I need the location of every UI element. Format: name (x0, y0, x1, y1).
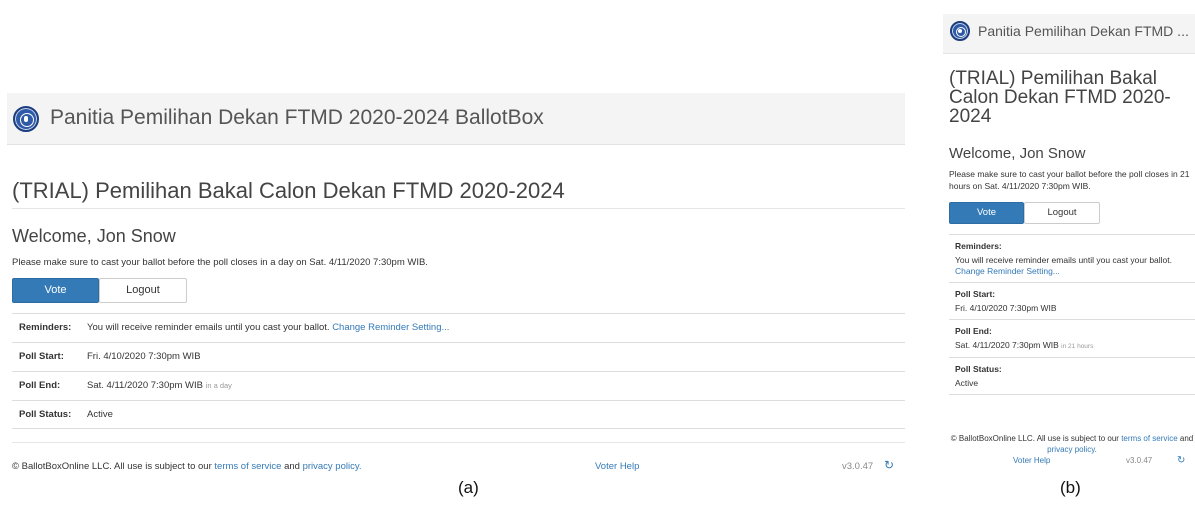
copyright-text: © BallotBoxOnline LLC. All use is subjec… (950, 434, 1119, 443)
ballot-reminder-message: Please make sure to cast your ballot bef… (12, 257, 428, 268)
refresh-icon[interactable]: ↻ (1177, 455, 1185, 467)
logout-button-mobile[interactable]: Logout (1024, 202, 1100, 224)
poll-status-value: Active (955, 378, 979, 388)
terms-of-service-link[interactable]: terms of service (1121, 434, 1177, 443)
section-poll-status: Poll Status: Active (949, 357, 1195, 395)
footer-divider (12, 442, 905, 443)
app-header: Panitia Pemilihan Dekan FTMD 2020-2024 B… (7, 93, 905, 145)
version-label-mobile: v3.0.47 (1126, 456, 1153, 465)
poll-end-label: Poll End: (955, 326, 992, 336)
app-brand-title-truncated[interactable]: Panitia Pemilihan Dekan FTMD ... (978, 23, 1189, 39)
vote-button[interactable]: Vote (12, 278, 99, 303)
poll-end-label: Poll End: (19, 380, 61, 391)
poll-start-value: Fri. 4/10/2020 7:30pm WIB (955, 303, 1057, 313)
privacy-policy-link[interactable]: privacy policy. (1047, 445, 1097, 454)
version-label: v3.0.47 (842, 461, 874, 472)
desktop-view-panel: Panitia Pemilihan Dekan FTMD 2020-2024 B… (0, 0, 905, 507)
app-header-mobile: Panitia Pemilihan Dekan FTMD ... (943, 14, 1195, 54)
poll-details-list-mobile: Reminders: You will receive reminder ema… (949, 234, 1195, 395)
vote-button-mobile[interactable]: Vote (949, 202, 1024, 224)
poll-status-label: Poll Status: (955, 364, 1002, 374)
reminders-label: Reminders: (19, 322, 72, 333)
title-divider (12, 208, 905, 209)
table-row-poll-status: Poll Status: Active (12, 400, 905, 429)
poll-status-label: Poll Status: (19, 409, 72, 420)
mobile-view-panel: Panitia Pemilihan Dekan FTMD ... (TRIAL)… (943, 0, 1195, 507)
copyright-text: © BallotBoxOnline LLC. All use is subjec… (12, 461, 212, 472)
voter-help-link-mobile[interactable]: Voter Help (1013, 456, 1050, 465)
reminders-label: Reminders: (955, 241, 1002, 251)
poll-end-relative: in a day (205, 381, 232, 390)
table-row-poll-end: Poll End: Sat. 4/11/2020 7:30pm WIB in a… (12, 371, 905, 400)
poll-start-value: Fri. 4/10/2020 7:30pm WIB (87, 351, 201, 362)
caption-a: (a) (458, 478, 479, 497)
welcome-heading-mobile: Welcome, Jon Snow (949, 145, 1086, 162)
poll-end-value: Sat. 4/11/2020 7:30pm WIB (87, 380, 204, 391)
poll-end-relative: in 21 hours (1061, 343, 1094, 350)
ballot-reminder-message-mobile: Please make sure to cast your ballot bef… (949, 169, 1190, 191)
poll-status-value: Active (87, 409, 113, 420)
footer-copyright-mobile: © BallotBoxOnline LLC. All use is subjec… (949, 433, 1195, 455)
poll-details-table: Reminders: You will receive reminder ema… (12, 313, 905, 429)
reminders-value: You will receive reminder emails until y… (87, 314, 449, 342)
table-row-poll-start: Poll Start: Fri. 4/10/2020 7:30pm WIB (12, 342, 905, 371)
section-reminders: Reminders: You will receive reminder ema… (949, 234, 1195, 282)
welcome-heading: Welcome, Jon Snow (12, 226, 176, 246)
privacy-policy-link[interactable]: privacy policy. (303, 461, 362, 472)
refresh-icon[interactable]: ↻ (884, 459, 894, 471)
section-poll-start: Poll Start: Fri. 4/10/2020 7:30pm WIB (949, 282, 1195, 319)
footer-copyright: © BallotBoxOnline LLC. All use is subjec… (12, 461, 362, 472)
reminders-text: You will receive reminder emails until y… (955, 255, 1173, 265)
poll-title: (TRIAL) Pemilihan Bakal Calon Dekan FTMD… (12, 178, 565, 203)
footer-and-text: and (284, 461, 300, 472)
section-poll-end: Poll End: Sat. 4/11/2020 7:30pm WIB in 2… (949, 319, 1195, 357)
logout-button[interactable]: Logout (99, 278, 187, 303)
poll-end-value: Sat. 4/11/2020 7:30pm WIB (955, 340, 1059, 350)
reminders-value: You will receive reminder emails until y… (955, 255, 1189, 277)
footer-and-text: and (1179, 434, 1194, 443)
reminders-text: You will receive reminder emails until y… (87, 322, 330, 333)
poll-start-label: Poll Start: (19, 351, 64, 362)
poll-end-value-group: Sat. 4/11/2020 7:30pm WIB in a day (87, 372, 232, 400)
poll-title-mobile: (TRIAL) Pemilihan Bakal Calon Dekan FTMD… (949, 68, 1171, 127)
university-seal-icon[interactable] (950, 21, 970, 41)
poll-start-label: Poll Start: (955, 289, 996, 299)
university-seal-icon[interactable] (13, 106, 39, 132)
terms-of-service-link[interactable]: terms of service (214, 461, 281, 472)
table-row-reminders: Reminders: You will receive reminder ema… (12, 313, 905, 342)
change-reminder-setting-link[interactable]: Change Reminder Setting... (955, 266, 1060, 276)
change-reminder-setting-link[interactable]: Change Reminder Setting... (332, 322, 449, 333)
caption-b: (b) (1060, 478, 1081, 497)
poll-end-value-group: Sat. 4/11/2020 7:30pm WIB in 21 hours (955, 340, 1189, 352)
voter-help-link[interactable]: Voter Help (595, 461, 639, 472)
app-brand-title[interactable]: Panitia Pemilihan Dekan FTMD 2020-2024 B… (50, 106, 544, 130)
